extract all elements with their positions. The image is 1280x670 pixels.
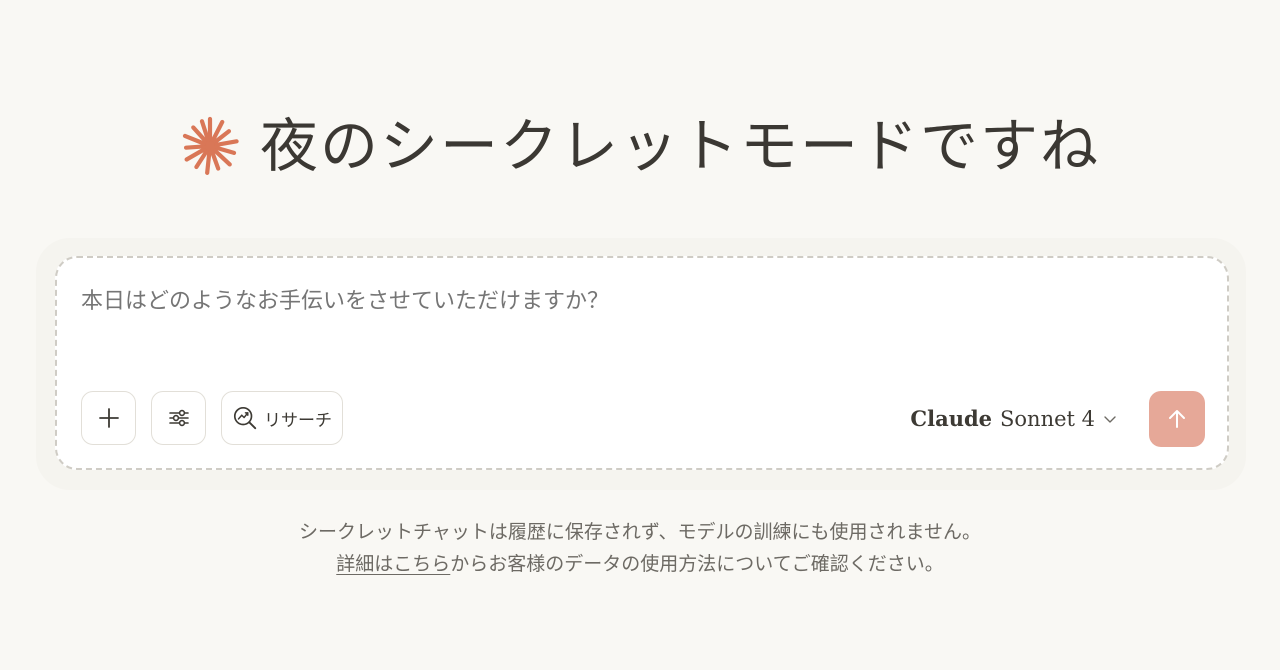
incognito-notice: シークレットチャットは履歴に保存されず、モデルの訓練にも使用されません。 詳細は… [0,516,1280,580]
notice-line-2: 詳細はこちらからお客様のデータの使用方法についてご確認ください。 [0,548,1280,580]
research-button[interactable]: リサーチ [221,391,343,445]
sliders-icon [168,409,189,427]
incognito-chat-page: 夜のシークレットモードですね 本日はどのようなお手伝いをさせていただけますか？ … [0,0,1280,670]
tools-button[interactable] [151,391,206,445]
greeting-title: 夜のシークレットモードですね [259,112,1100,180]
add-attachment-button[interactable] [81,391,136,445]
notice-line-1: シークレットチャットは履歴に保存されず、モデルの訓練にも使用されません。 [299,521,981,543]
greeting: 夜のシークレットモードですね [0,108,1280,184]
arrow-up-icon [1169,410,1185,428]
research-magnifier-icon [233,406,257,430]
plus-icon [98,408,119,428]
message-input[interactable] [81,286,1181,318]
claude-sparkle-icon [182,116,239,175]
research-button-label: リサーチ [264,410,332,430]
send-button[interactable] [1149,391,1205,447]
chevron-down-icon [1104,415,1116,423]
details-link[interactable]: 詳細はこちら [336,553,450,575]
model-name: Sonnet 4 [1000,406,1095,431]
model-brand: Claude [910,406,993,431]
notice-line-2-text: からお客様のデータの使用方法についてご確認ください。 [450,553,944,575]
model-selector[interactable]: Claude Sonnet 4 [910,406,1117,431]
chat-composer: リサーチ Claude Sonnet 4 [55,256,1229,470]
